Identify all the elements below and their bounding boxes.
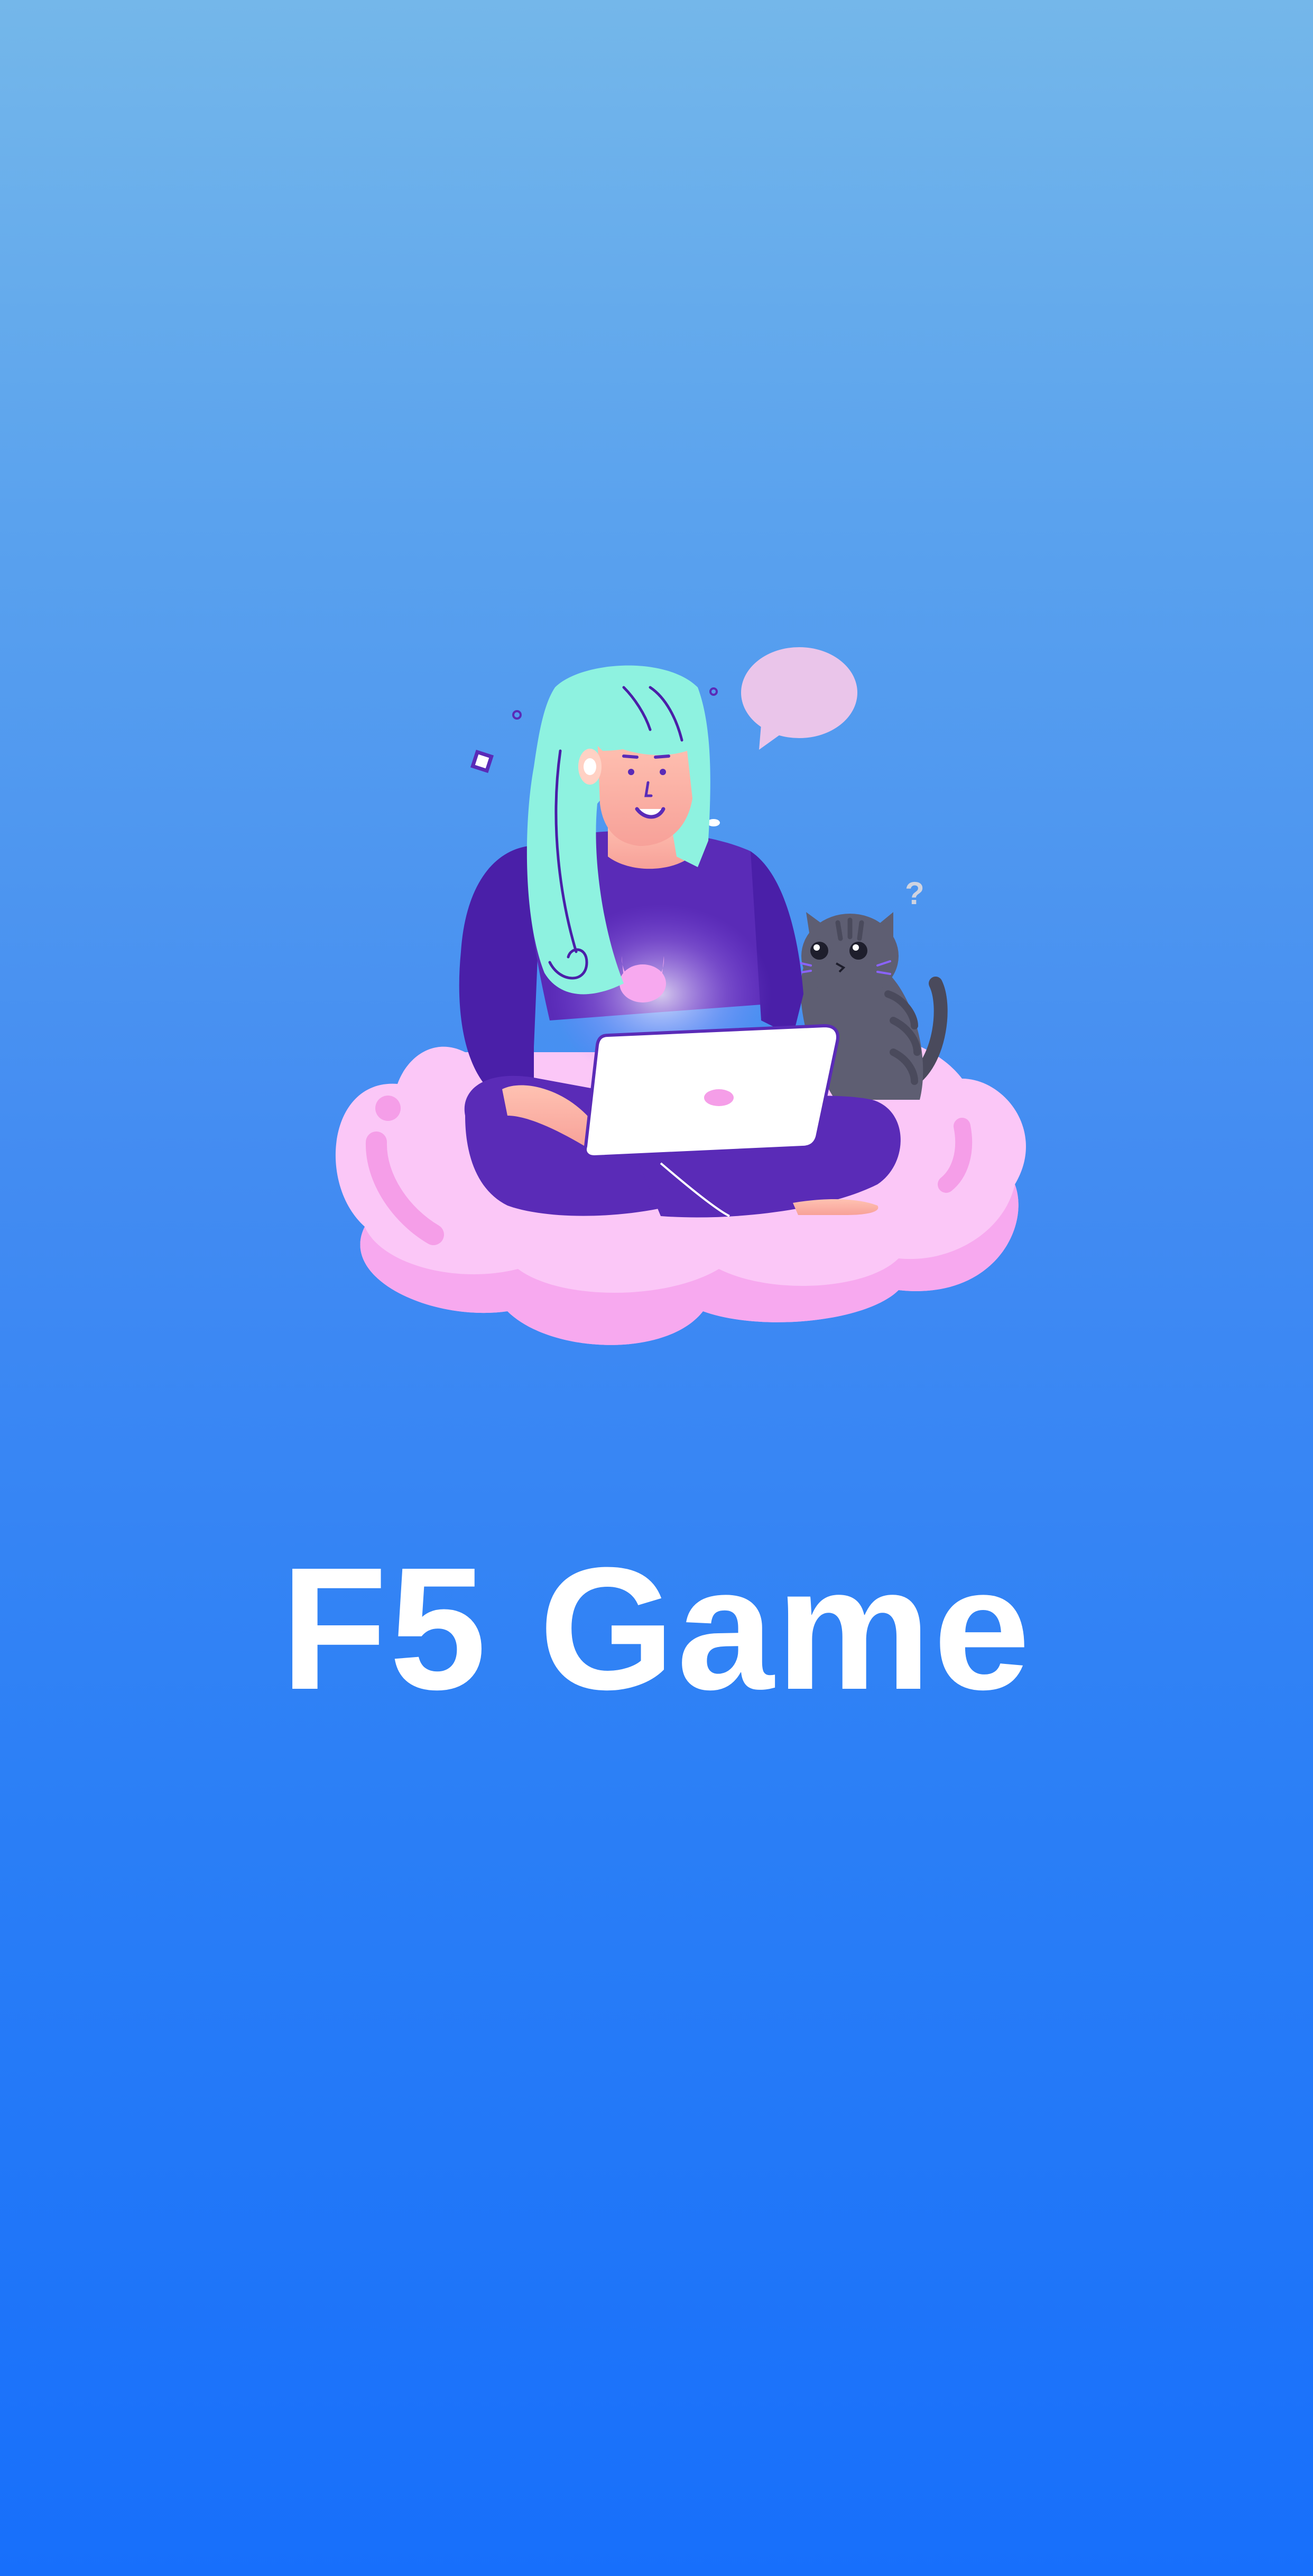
speech-bubble-icon — [741, 647, 857, 750]
girl-laptop-cat-illustration-icon: ? — [335, 647, 1026, 1345]
app-title: F5 Game — [281, 1531, 1032, 1726]
laptop-icon — [584, 1024, 839, 1159]
splash-illustration: ? — [317, 634, 1036, 1364]
question-mark-label: ? — [905, 876, 924, 911]
splash-screen: ? F5 Game — [0, 0, 1313, 2576]
